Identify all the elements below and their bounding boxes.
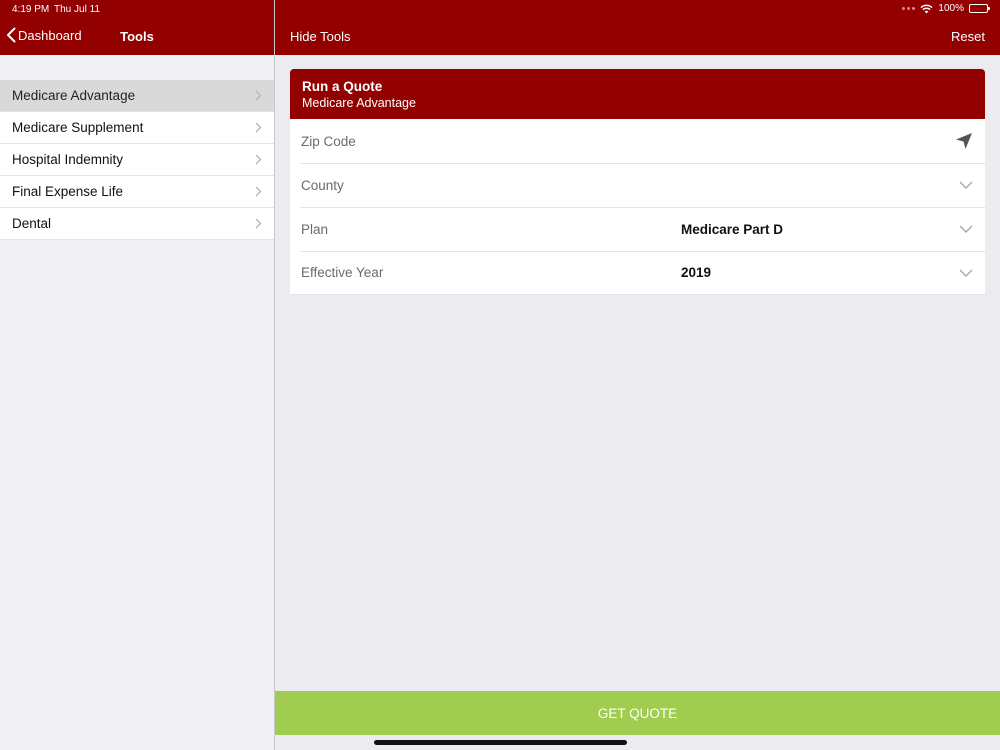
- chevron-down-icon: [959, 225, 973, 233]
- quote-card-subtitle: Medicare Advantage: [302, 96, 416, 110]
- quote-form-card: Run a Quote Medicare Advantage Zip Code …: [290, 69, 985, 295]
- multitasking-dots-icon: [902, 7, 916, 10]
- reset-button[interactable]: Reset: [951, 29, 985, 44]
- sidebar-item-medicare-advantage[interactable]: Medicare Advantage: [0, 80, 274, 112]
- chevron-right-icon: [255, 90, 262, 101]
- sidebar-item-dental[interactable]: Dental: [0, 208, 274, 240]
- hide-tools-button[interactable]: Hide Tools: [290, 29, 350, 44]
- sidebar-item-medicare-supplement[interactable]: Medicare Supplement: [0, 112, 274, 144]
- sidebar: Dashboard Tools Medicare Advantage Medic…: [0, 0, 275, 750]
- zip-code-field[interactable]: Zip Code: [290, 119, 985, 163]
- location-arrow-icon[interactable]: [955, 132, 973, 150]
- chevron-down-icon: [959, 269, 973, 277]
- chevron-right-icon: [255, 122, 262, 133]
- tools-list: Medicare Advantage Medicare Supplement H…: [0, 80, 274, 240]
- sidebar-item-label: Final Expense Life: [12, 184, 124, 199]
- effective-year-value: 2019: [681, 265, 712, 280]
- battery-percent: 100%: [938, 3, 964, 14]
- sidebar-item-final-expense-life[interactable]: Final Expense Life: [0, 176, 274, 208]
- battery-icon: [969, 4, 990, 13]
- plan-value: Medicare Part D: [681, 221, 784, 237]
- get-quote-button[interactable]: GET QUOTE: [275, 691, 1000, 735]
- plan-select[interactable]: Plan Medicare Part D: [290, 207, 985, 251]
- sidebar-item-label: Dental: [12, 216, 52, 231]
- status-date: Thu Jul 11: [54, 4, 100, 15]
- chevron-right-icon: [255, 218, 262, 229]
- chevron-right-icon: [255, 186, 262, 197]
- sidebar-item-label: Hospital Indemnity: [12, 152, 124, 167]
- status-bar: 4:19 PM Thu Jul 11 100%: [0, 0, 1000, 18]
- sidebar-item-hospital-indemnity[interactable]: Hospital Indemnity: [0, 144, 274, 176]
- status-time: 4:19 PM: [12, 4, 50, 15]
- status-right: 100%: [902, 3, 990, 14]
- zip-code-label: Zip Code: [301, 133, 356, 149]
- chevron-right-icon: [255, 154, 262, 165]
- wifi-icon: [920, 4, 933, 13]
- main-panel: Hide Tools Reset Run a Quote Medicare Ad…: [275, 0, 1000, 750]
- county-label: County: [301, 177, 344, 193]
- effective-year-label: Effective Year: [301, 265, 384, 280]
- sidebar-item-label: Medicare Supplement: [12, 120, 144, 135]
- effective-year-select[interactable]: Effective Year 2019: [290, 251, 985, 295]
- home-indicator[interactable]: [374, 740, 627, 745]
- quote-card-title: Run a Quote: [302, 79, 383, 94]
- sidebar-title: Tools: [120, 29, 154, 44]
- quote-card-header: Run a Quote Medicare Advantage: [290, 69, 985, 119]
- sidebar-item-label: Medicare Advantage: [12, 88, 136, 103]
- chevron-down-icon: [959, 181, 973, 189]
- county-select[interactable]: County: [290, 163, 985, 207]
- plan-label: Plan: [301, 221, 329, 237]
